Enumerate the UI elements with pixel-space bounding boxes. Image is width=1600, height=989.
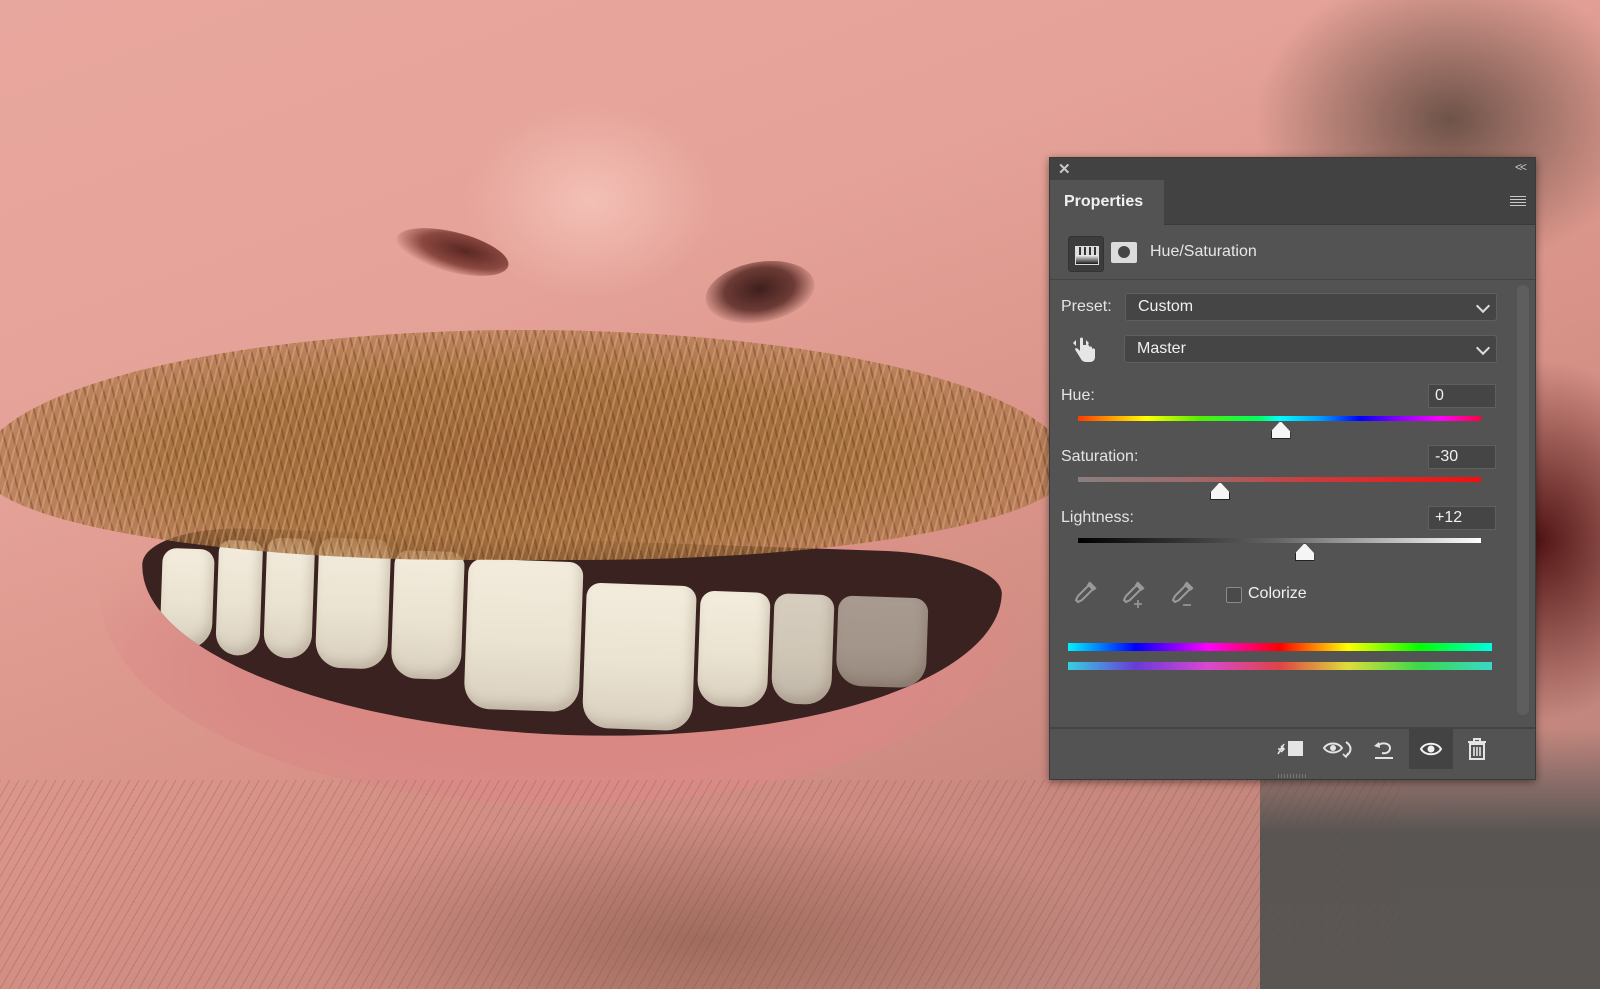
eyedropper-add-icon[interactable]	[1120, 580, 1146, 608]
eyedropper-icon[interactable]	[1072, 580, 1098, 608]
tooth	[263, 537, 316, 659]
panel-scrollbar[interactable]	[1517, 285, 1529, 715]
range-select[interactable]: Master	[1124, 335, 1497, 363]
hue-slider-track[interactable]	[1078, 416, 1481, 421]
preset-value: Custom	[1138, 298, 1194, 315]
tooth	[159, 547, 215, 650]
hue-input[interactable]: 0	[1428, 384, 1496, 408]
chin-stubble	[0, 780, 1400, 989]
saturation-input[interactable]: -30	[1428, 445, 1496, 469]
tooth	[390, 549, 465, 681]
output-hue-bar	[1068, 662, 1492, 670]
trash-icon	[1468, 738, 1486, 760]
hand-targeted-adjustment-icon[interactable]	[1072, 335, 1098, 365]
adjustment-title: Hue/Saturation	[1150, 243, 1257, 260]
nostril-left	[391, 218, 514, 286]
colorize-checkbox[interactable]	[1226, 587, 1242, 603]
clip-to-layer-button[interactable]	[1268, 729, 1312, 769]
eye-previous-icon	[1322, 741, 1352, 759]
moustache	[0, 330, 1070, 560]
lightness-label: Lightness:	[1061, 509, 1134, 526]
panel-resize-grip[interactable]	[1277, 774, 1308, 778]
reset-icon	[1374, 742, 1393, 759]
hue-saturation-adjustment-icon[interactable]	[1068, 236, 1104, 272]
colorize-label[interactable]: Colorize	[1248, 585, 1307, 603]
panel-menu-icon[interactable]	[1510, 196, 1526, 207]
tab-properties[interactable]: Properties	[1050, 180, 1164, 225]
reset-button[interactable]	[1362, 729, 1406, 769]
chevron-down-icon	[1475, 340, 1491, 356]
range-value: Master	[1137, 340, 1186, 357]
input-hue-bar	[1068, 643, 1492, 651]
delete-button[interactable]	[1455, 729, 1499, 769]
panel-footer	[1050, 727, 1535, 771]
tooth	[215, 539, 264, 657]
collapse-panel-icon[interactable]: <<	[1515, 160, 1527, 174]
chevron-down-icon	[1475, 298, 1491, 314]
preset-label: Preset:	[1061, 298, 1112, 315]
toggle-visibility-button[interactable]	[1409, 729, 1453, 769]
close-icon[interactable]: ✕	[1058, 160, 1071, 178]
eye-icon	[1419, 742, 1443, 756]
adjustment-header: Hue/Saturation	[1050, 225, 1535, 280]
properties-panel: ✕ << Properties Hue/Saturation Preset: C…	[1049, 157, 1536, 780]
tooth	[463, 558, 584, 713]
eyedropper-subtract-icon[interactable]	[1169, 580, 1195, 608]
tooth	[696, 590, 771, 708]
layer-mask-icon[interactable]	[1111, 242, 1137, 263]
lightness-input[interactable]: +12	[1428, 506, 1496, 530]
lightness-slider-track[interactable]	[1078, 538, 1481, 543]
saturation-label: Saturation:	[1061, 448, 1139, 465]
panel-tabbar: Properties	[1050, 180, 1535, 225]
tooth	[835, 595, 929, 689]
clip-to-layer-icon	[1277, 741, 1303, 756]
tooth	[581, 582, 697, 732]
view-previous-state-button[interactable]	[1316, 729, 1360, 769]
panel-titlebar[interactable]: ✕ <<	[1050, 158, 1535, 180]
preset-select[interactable]: Custom	[1125, 293, 1497, 321]
tooth	[770, 593, 835, 706]
hue-label: Hue:	[1061, 387, 1095, 404]
saturation-slider-track[interactable]	[1078, 477, 1481, 482]
nostril-right	[700, 252, 820, 332]
